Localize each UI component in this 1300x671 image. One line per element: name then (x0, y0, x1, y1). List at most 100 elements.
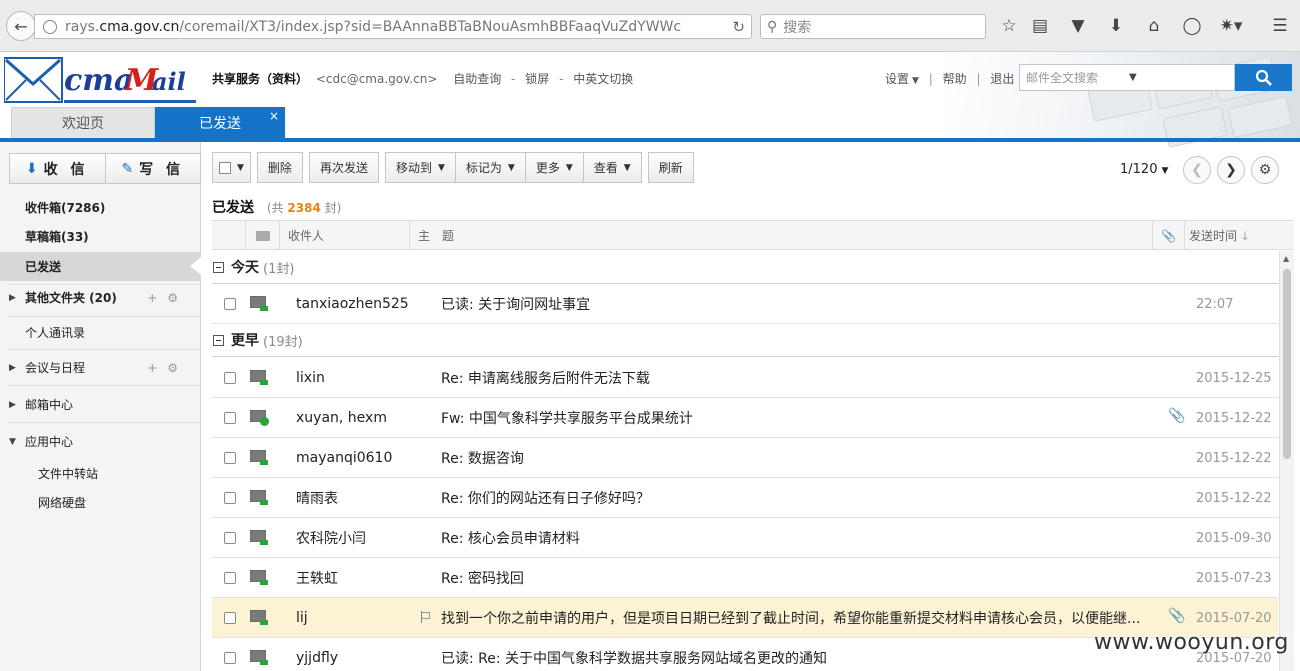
mark-as-button[interactable]: 标记为 ▼ (454, 152, 525, 183)
browser-search-input[interactable]: ⚲ 搜索 (760, 14, 986, 39)
chevron-down-icon[interactable]: ▼ (1129, 72, 1226, 83)
tab-welcome[interactable]: 欢迎页 (11, 107, 155, 138)
logout-link[interactable]: 退出 (990, 72, 1014, 86)
recipient-column[interactable]: 收件人 (279, 221, 409, 250)
extension-icon[interactable]: ✷▾ (1216, 14, 1246, 38)
compose-button[interactable]: ✎ 写 信 (104, 154, 201, 183)
row-checkbox[interactable] (224, 572, 236, 584)
prev-page-icon[interactable]: ❮ (1183, 156, 1211, 184)
sidebar-item-contacts[interactable]: 个人通讯录 (0, 318, 200, 347)
sidebar-item-file-transfer[interactable]: 文件中转站 (0, 459, 200, 488)
table-row[interactable]: lixin Re: 申请离线服务后附件无法下载 2015-12-25 (212, 358, 1278, 398)
receive-button[interactable]: ⬇ 收 信 (10, 154, 105, 183)
chevron-down-icon: ▼ (912, 76, 919, 86)
expand-icon[interactable]: ▶ (9, 400, 16, 410)
row-checkbox[interactable] (224, 298, 236, 310)
subject: Re: 数据咨询 (441, 451, 524, 467)
sidebar-item-mailbox-center[interactable]: ▶ 邮箱中心 (0, 390, 200, 419)
group-earlier[interactable]: 更早 (19封) (212, 324, 1278, 357)
svg-text:cma: cma (64, 63, 133, 98)
table-row[interactable]: mayanqi0610 Re: 数据咨询 2015-12-22 (212, 438, 1278, 478)
pocket-icon[interactable]: ▼ (1066, 14, 1090, 38)
table-row[interactable]: xuyan, hexm Fw: 中国气象科学共享服务平台成果统计 📎 2015-… (212, 398, 1278, 438)
back-icon[interactable]: ← (6, 11, 36, 41)
gear-icon[interactable]: ⚙ (1251, 156, 1279, 184)
menu-icon[interactable]: ☰ (1268, 14, 1292, 38)
subject: Fw: 中国气象科学共享服务平台成果统计 (441, 411, 693, 427)
tab-sent[interactable]: 已发送 × (155, 107, 285, 138)
account-name[interactable]: 共享服务（资料） (212, 72, 308, 86)
scrollbar[interactable]: ▲ (1279, 251, 1294, 671)
subject-column[interactable]: 主 题 (409, 221, 1152, 250)
chevron-down-icon: ▼ (623, 162, 631, 173)
attachment-column[interactable]: 📎 (1152, 221, 1184, 250)
row-checkbox[interactable] (224, 652, 236, 664)
row-checkbox[interactable] (224, 452, 236, 464)
collapse-icon[interactable] (213, 334, 224, 346)
sidebar-item-app-center[interactable]: ▼ 应用中心 (0, 427, 200, 456)
folder-tools[interactable]: +⚙ (147, 291, 188, 305)
close-icon[interactable]: × (269, 109, 279, 123)
help-link[interactable]: 帮助 (943, 72, 967, 86)
refresh-button[interactable]: 刷新 (647, 152, 694, 183)
home-icon[interactable]: ⌂ (1142, 14, 1166, 38)
move-to-button[interactable]: 移动到 ▼ (384, 152, 455, 183)
sidebar-item-drafts[interactable]: 草稿箱(33) (0, 222, 200, 251)
flag-icon[interactable] (421, 611, 430, 623)
expand-icon[interactable]: ▶ (9, 363, 16, 373)
chat-icon[interactable]: ◯ (1180, 14, 1204, 38)
delete-button[interactable]: 删除 (256, 152, 303, 183)
lock-screen-link[interactable]: 锁屏 (525, 72, 549, 86)
expand-icon[interactable]: ▶ (9, 293, 16, 303)
calendar-tools[interactable]: +⚙ (147, 361, 188, 375)
table-row[interactable]: 农科院小闫 Re: 核心会员申请材料 2015-09-30 (212, 518, 1278, 558)
collapse-icon[interactable] (213, 261, 224, 273)
status-column[interactable] (245, 221, 279, 250)
group-today[interactable]: 今天 (1封) (212, 251, 1278, 284)
resend-button[interactable]: 再次发送 (308, 152, 379, 183)
pager[interactable]: 1/120 ▼ (1120, 162, 1168, 177)
row-checkbox[interactable] (224, 372, 236, 384)
row-checkbox[interactable] (224, 532, 236, 544)
language-switch-link[interactable]: 中英文切换 (573, 72, 633, 86)
collapse-icon[interactable]: ▼ (9, 437, 16, 447)
sidebar-item-sent[interactable]: 已发送 (0, 252, 200, 281)
chevron-down-icon: ▼ (237, 162, 244, 173)
search-button[interactable] (1235, 64, 1292, 91)
scroll-thumb[interactable] (1283, 269, 1291, 459)
fulltext-search-placeholder: 邮件全文搜索 (1026, 71, 1099, 85)
header-right-links: 设置 ▼ | 帮助 | 退出 (885, 72, 1015, 86)
table-row[interactable]: 王轶虹 Re: 密码找回 2015-07-23 (212, 558, 1278, 598)
self-query-link[interactable]: 自助查询 (453, 72, 501, 86)
sidebar-item-calendar[interactable]: ▶ 会议与日程 +⚙ (0, 353, 200, 382)
sent-mail-icon (250, 650, 268, 665)
more-button[interactable]: 更多 ▼ (524, 152, 583, 183)
sidebar-item-inbox[interactable]: 收件箱(7286) (0, 193, 200, 222)
recipient: lixin (296, 370, 325, 386)
row-checkbox[interactable] (224, 492, 236, 504)
bookmark-star-icon[interactable]: ☆ (997, 14, 1021, 38)
reload-icon[interactable]: ↻ (732, 18, 745, 36)
settings-link[interactable]: 设置 (885, 72, 909, 86)
subject: Re: 核心会员申请材料 (441, 531, 580, 547)
row-checkbox[interactable] (224, 412, 236, 424)
table-row[interactable]: tanxiaozhen525 已读: 关于询问网址事宜 22:07 (212, 284, 1278, 324)
sidebar-item-other-folders[interactable]: ▶ 其他文件夹 (20) +⚙ (0, 283, 200, 312)
row-checkbox[interactable] (224, 612, 236, 624)
sent-mail-icon (250, 610, 268, 625)
reading-list-icon[interactable]: ▤ (1028, 14, 1052, 38)
search-icon: ⚲ (767, 18, 778, 35)
chevron-down-icon: ▼ (437, 162, 445, 173)
view-button[interactable]: 查看 ▼ (582, 152, 642, 183)
sent-time-column[interactable]: 发送时间 ↓ (1184, 221, 1294, 250)
address-bar[interactable]: rays.cma.gov.cn/coremail/XT3/index.jsp?s… (34, 14, 752, 39)
sidebar-item-netdisk[interactable]: 网络硬盘 (0, 488, 200, 517)
subject: 找到一个你之前申请的用户，但是项目日期已经到了截止时间，希望你能重新提交材料申请… (441, 611, 1141, 627)
select-all-checkbox[interactable]: ▼ (212, 152, 251, 183)
sent-mail-icon (250, 570, 268, 585)
next-page-icon[interactable]: ❯ (1217, 156, 1245, 184)
table-row[interactable]: 晴雨表 Re: 你们的网站还有日子修好吗？ 2015-12-22 (212, 478, 1278, 518)
scroll-up-icon[interactable]: ▲ (1283, 254, 1289, 263)
download-icon[interactable]: ⬇ (1104, 14, 1128, 38)
fulltext-search-input[interactable]: 邮件全文搜索 ▼ (1019, 64, 1235, 91)
